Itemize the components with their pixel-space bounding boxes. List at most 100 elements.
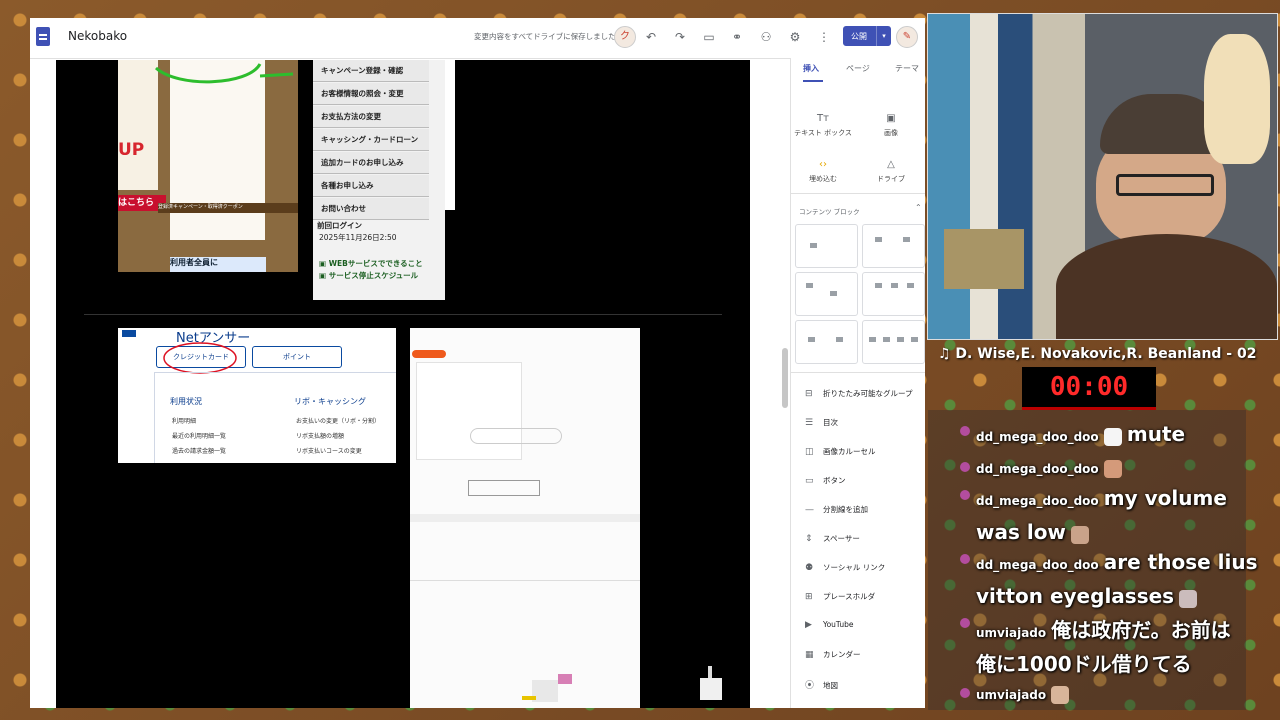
chat-message-text: 俺は政府だ。お前は [1051, 618, 1231, 642]
insert-drive[interactable]: △ ドライブ [861, 159, 921, 184]
insert-textbox[interactable]: Tт テキスト ボックス [793, 113, 853, 138]
chat-username: dd_mega_doo_doo [976, 430, 1099, 444]
preview-icon[interactable]: ▭ [700, 28, 718, 46]
members-banner: 利用者全員に [170, 257, 266, 272]
youtube-icon: ▶ [805, 620, 812, 630]
insert-list-item[interactable]: ⊟ 折りたたみ可能なグループ [805, 388, 913, 399]
stream-timer: 00:00 [1022, 367, 1156, 410]
insert-list-item[interactable]: ▦ カレンダー [805, 649, 861, 660]
textbox-icon: Tт [817, 113, 829, 124]
chat-line: was low [976, 520, 1090, 544]
tab-insert[interactable]: 挿入 [803, 63, 819, 74]
content-block-1[interactable] [795, 224, 858, 268]
chat-line: dd_mega_doo_doo my volume [976, 486, 1227, 510]
spacer-icon: ⇕ [805, 534, 813, 544]
card-promo-image[interactable]: UP はこちら 登録済キャンペーン・取得済クーポン 利用者全員に [118, 60, 298, 272]
mouse-sprite-icon [522, 674, 572, 702]
net-answer-image[interactable]: Netアンサー クレジットカード ポイント 利用状況 利用明細 最近の利用明細一覧… [118, 328, 396, 463]
redo-icon[interactable]: ↷ [671, 28, 689, 46]
web-service-link: ▣ WEBサービスでできること [319, 259, 423, 268]
insert-list-item[interactable]: ▶ YouTube [805, 620, 854, 630]
image-icon: ▣ [886, 113, 896, 124]
collapse-chevron-icon[interactable]: ⌃ [915, 203, 922, 212]
insert-embed[interactable]: ‹› 埋め込む [793, 159, 853, 184]
canvas-scrollbar[interactable] [782, 348, 788, 408]
more-menu-icon[interactable]: ⋮ [815, 28, 833, 46]
publish-label: 公開 [851, 32, 867, 41]
insert-list-label: 目次 [823, 418, 838, 427]
link-icon[interactable]: ⚭ [728, 28, 746, 46]
insert-list-label: YouTube [823, 620, 854, 629]
statement-image[interactable] [410, 328, 640, 708]
account-menu-item: お支払方法の変更 [313, 106, 429, 128]
content-block-6[interactable] [862, 320, 925, 364]
editor-toolbar: Nekobako 変更内容をすべてドライブに保存しました ク ↶ ↷ ▭ ⚭ ⚇… [30, 18, 925, 59]
insert-list-item[interactable]: ▭ ボタン [805, 475, 846, 486]
insert-list-label: 画像カルーセル [823, 447, 876, 456]
usage-links: 利用明細 最近の利用明細一覧 過去の請求金額一覧 [172, 414, 226, 459]
last-login-value: 2025年11月26日2:50 [319, 233, 397, 242]
chat-badge-icon [960, 554, 970, 564]
eyeglasses [1116, 174, 1214, 196]
sites-editor-window: Nekobako 変更内容をすべてドライブに保存しました ク ↶ ↷ ▭ ⚭ ⚇… [30, 18, 925, 708]
insert-list-label: プレースホルダ [823, 592, 876, 601]
account-menu-item: キャッシング・カードローン [313, 129, 429, 151]
usage-link: 最近の利用明細一覧 [172, 433, 227, 440]
content-blocks-heading: コンテンツ ブロック [799, 208, 860, 216]
carousel-icon: ◫ [805, 447, 814, 457]
save-status: 変更内容をすべてドライブに保存しました [474, 32, 616, 41]
insert-list-item[interactable]: ⇕ スペーサー [805, 533, 860, 544]
site-title[interactable]: Nekobako [68, 29, 127, 43]
insert-list-item[interactable]: — 分割線を追加 [805, 504, 868, 515]
insert-list-item[interactable]: ⊞ プレースホルダ [805, 591, 875, 602]
content-block-4[interactable] [862, 272, 925, 316]
insert-list-item[interactable]: ▤ドキュメント [805, 707, 868, 708]
webcam-feed [927, 13, 1278, 340]
content-block-5[interactable] [795, 320, 858, 364]
content-block-3[interactable] [795, 272, 858, 316]
insert-list-item[interactable]: ☰ 目次 [805, 417, 838, 428]
revo-link: リボ支払いコースの変更 [296, 448, 362, 455]
revo-heading: リボ・キャッシング [294, 397, 366, 406]
chat-badge-icon [960, 462, 970, 472]
tab-pages[interactable]: ページ [846, 63, 870, 74]
creature-sprite-icon [700, 666, 722, 700]
map-icon: ⦿ [805, 681, 815, 691]
button-icon: ▭ [805, 476, 814, 486]
chat-username: dd_mega_doo_doo [976, 558, 1099, 572]
drive-icon: △ [887, 159, 895, 170]
chat-message-text: 俺に1000ドル借りてる [976, 652, 1192, 676]
chat-badge-icon [960, 426, 970, 436]
insert-list-item[interactable]: ⚉ ソーシャル リンク [805, 562, 885, 573]
now-playing-text: ♫ D. Wise,E. Novakovic,R. Beanland - 02 [938, 346, 1257, 362]
chat-badge-icon [960, 688, 970, 698]
calendar-icon: ▦ [805, 650, 814, 660]
publish-button[interactable]: 公開 ▾ [843, 26, 891, 46]
last-login-label: 前回ログイン [317, 221, 362, 230]
usage-link: 過去の請求金額一覧 [172, 448, 227, 455]
sites-logo-icon[interactable] [36, 27, 50, 46]
content-block-2[interactable] [862, 224, 925, 268]
settings-gear-icon[interactable]: ⚙ [786, 28, 804, 46]
collaborator-avatar[interactable]: ク [614, 26, 636, 48]
chat-message-text: are those lius [1103, 550, 1258, 574]
point-tab: ポイント [252, 346, 342, 368]
page-canvas[interactable]: UP はこちら 登録済キャンペーン・取得済クーポン 利用者全員に キャンペーン登… [56, 60, 750, 708]
insert-list-label: ソーシャル リンク [823, 563, 886, 572]
share-icon[interactable]: ⚇ [757, 28, 775, 46]
undo-icon[interactable]: ↶ [642, 28, 660, 46]
chat-emote-icon [1051, 685, 1070, 704]
user-avatar[interactable]: ✎ [896, 26, 918, 48]
insert-image[interactable]: ▣ 画像 [861, 113, 921, 138]
account-menu-item: 各種お申し込み [313, 175, 429, 197]
publish-dropdown-icon[interactable]: ▾ [876, 26, 891, 46]
insert-list-item[interactable]: ◫ 画像カルーセル [805, 446, 876, 457]
tab-themes[interactable]: テーマ [895, 63, 919, 74]
green-highlight-annotation [154, 63, 294, 84]
chat-message-text: my volume [1103, 486, 1227, 510]
account-menu-image[interactable]: キャンペーン登録・確認 お客様情報の照会・変更 お支払方法の変更 キャッシング・カード… [313, 60, 445, 300]
insert-list-item[interactable]: ⦿ 地図 [805, 678, 838, 691]
chat-username: umviajado [976, 626, 1047, 640]
shelf [944, 229, 1024, 289]
table-of-contents-icon: ☰ [805, 418, 814, 428]
